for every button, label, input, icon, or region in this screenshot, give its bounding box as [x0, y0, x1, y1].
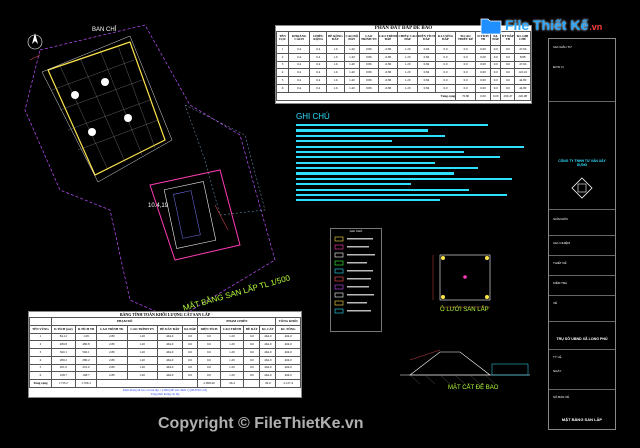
company-logo-icon	[571, 177, 593, 199]
table-group-header-row: PHẠM ĐỔ PHẠM CHIÊN TỔNG KHỐI	[29, 317, 301, 326]
table-row: 3 560.1 560.1 2.80 1.20 464.0 0.0 0.0 1.20 0.0 464…	[29, 348, 301, 357]
watermark-logo: File Thiết Kế .vn	[480, 10, 635, 40]
table-row: 1 0.4 0.4 1.6 1.40 0.86 -0.80 1.20 0.84 0.0 0.0 0.0…	[275, 44, 531, 54]
title-block-row: GIÁM ĐỐC	[553, 217, 569, 221]
notes-heading: GHI CHÚ	[296, 112, 330, 121]
notes-text-block	[296, 124, 536, 205]
site-plan-drawing	[24, 24, 276, 321]
table-row: 5 201.0 201.0 2.80 1.20 464.0 0.0 0.0 1.20 0.0 464…	[29, 363, 301, 373]
grid-detail-drawing	[432, 254, 491, 308]
sand-fill-footnote-2: Tổng khối lượng cát lấp	[150, 392, 180, 396]
table-total-row: Tổng cộng 70.80 0.00 0.00 200.47 226.08	[275, 92, 531, 101]
title-block-row: NGÀY	[553, 369, 562, 373]
watermark-domain: .vn	[589, 22, 603, 32]
table-row: 3 0.4 0.4 1.6 1.40 0.86 -0.80 1.20 0.84 0.0 0.0 0.0…	[275, 60, 531, 70]
title-block-row: ĐƠN VỊ	[553, 65, 564, 69]
table-row: 5 0.4 0.4 1.6 1.40 0.86 -0.80 1.20 0.84 0.0 0.0 0.0…	[275, 76, 531, 86]
table-total-row: Tổng cộng 1733.2 1,706.3 2,098.40 26.4 29.…	[29, 379, 301, 388]
company-name: CÔNG TY TNHH TƯ VẤN XÂY DỰNG	[558, 159, 606, 167]
table-row: 2 0.4 0.4 1.6 1.40 0.86 -0.80 1.20 0.84 0.0 0.0 0.0…	[275, 52, 531, 62]
title-block-row: CHỦ NHIỆM	[553, 241, 570, 245]
table-row: 6 168.7 168.7 2.80 1.20 464.0 0.0 0.0 1.20 0.0 464…	[29, 371, 301, 381]
title-block-row: SỐ BẢN VẼ	[553, 395, 570, 399]
sheet-title: MẶT BẰNG SAN LẤP	[561, 417, 603, 422]
sand-fill-volume-table: BẢNG TÍNH TOÁN KHỐI LƯỢNG CÁT SAN LẤP PH…	[28, 311, 302, 398]
legend-box: GHI CHÚ	[330, 228, 382, 332]
watermark-copyright: Copyright © FileThietKe.vn	[158, 415, 364, 432]
table-header-row: TÊN VÙNG D.TÍCH (m2) D.TÍCH TB CAO TRÌNH T…	[29, 324, 301, 334]
title-block: CHỦ ĐẦU TƯ ĐƠN VỊ CÔNG TY TNHH TƯ VẤN XÂ…	[548, 38, 616, 430]
inner-lot-label: 10.4,19	[148, 203, 169, 209]
table-row: 1 84.12 1.09 2.80 1.20 464.0 0.0 0.0 1.20 0.0 464.…	[29, 332, 301, 342]
title-block-row: THIẾT KẾ	[553, 261, 567, 265]
table-row: 4 0.4 0.4 1.6 1.40 0.86 -0.80 1.20 0.84 0.0 0.0 0.0…	[275, 68, 531, 78]
project-name: TRỤ SỞ UBND XÃ LONG PHÚ	[556, 337, 608, 341]
dike-section-drawing	[400, 349, 530, 385]
table-row: 2 480.8 480.8 2.80 1.20 464.0 0.0 0.0 1.20 0.0 464…	[29, 340, 301, 350]
table-row: 6 0.4 0.4 1.6 1.40 0.86 -0.80 1.20 0.84 0.0 0.0 0.0…	[275, 84, 531, 94]
watermark-brand: File Thiết Kế	[505, 17, 589, 33]
title-block-row: KIỂM TRA	[553, 281, 568, 285]
legend-symbols	[334, 236, 375, 314]
north-label: BAN CHỈ	[92, 27, 117, 33]
title-block-row: CHỦ ĐẦU TƯ	[553, 45, 572, 49]
title-block-row: VẼ	[553, 301, 558, 305]
table-row: 4 280.2 280.2 2.80 1.20 464.0 0.0 0.0 1.20 0.0 464…	[29, 355, 301, 365]
title-block-row: TỶ LỆ	[553, 355, 562, 359]
grid-detail-label: Ô LƯỚI SAN LẤP	[440, 307, 489, 313]
folder-logo-icon	[480, 18, 502, 35]
dike-section-label: MẶT CẮT ĐÊ BAO	[448, 385, 499, 391]
